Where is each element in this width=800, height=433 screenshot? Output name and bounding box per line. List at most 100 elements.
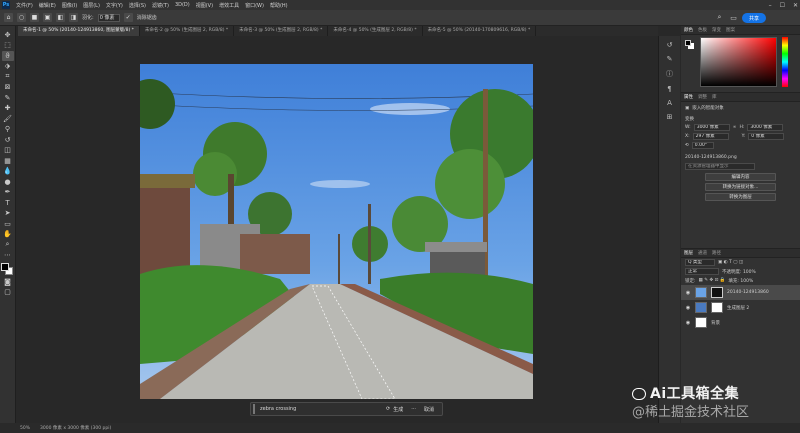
layer-kind-select[interactable]: Q 类型 bbox=[685, 259, 715, 266]
new-selection-icon[interactable]: ■ bbox=[30, 13, 39, 22]
menu-select[interactable]: 选择(S) bbox=[126, 2, 149, 9]
brush-tool-icon[interactable]: 🖌 bbox=[2, 114, 14, 124]
brush-settings-icon[interactable]: ✎ bbox=[667, 55, 673, 63]
drag-handle[interactable] bbox=[253, 404, 255, 414]
lock-icons[interactable]: ▦ ✎ ✥ ⊡ 🔒 bbox=[699, 278, 726, 283]
menu-view[interactable]: 视图(V) bbox=[193, 2, 216, 9]
share-button[interactable]: 共享 bbox=[742, 13, 766, 23]
fill-field[interactable]: 填充: 100% bbox=[728, 278, 753, 284]
tab-adjustments[interactable]: 调整 bbox=[698, 94, 707, 100]
convert-to-linked-button[interactable]: 转换为链接对象... bbox=[705, 183, 776, 191]
move-tool-icon[interactable]: ✥ bbox=[2, 30, 14, 40]
lasso-tool-icon[interactable]: ϑ bbox=[1, 51, 14, 61]
screen-mode-icon[interactable]: ▢ bbox=[2, 288, 14, 298]
convert-to-layers-button[interactable]: 转换为图层 bbox=[705, 193, 776, 201]
eraser-tool-icon[interactable]: ◫ bbox=[2, 146, 14, 156]
home-icon[interactable]: ⌂ bbox=[4, 13, 13, 22]
eye-icon[interactable]: ◉ bbox=[685, 320, 691, 326]
menu-plugins[interactable]: 增效工具 bbox=[216, 2, 242, 9]
more-tools-icon[interactable]: ⋯ bbox=[2, 251, 14, 261]
character-icon[interactable]: A bbox=[667, 99, 672, 107]
mini-color-swatches[interactable] bbox=[685, 40, 694, 49]
lasso-preset-icon[interactable]: ○ bbox=[17, 13, 26, 22]
x-field[interactable]: 297 像素 bbox=[692, 133, 729, 140]
eyedropper-tool-icon[interactable]: ✎ bbox=[2, 93, 14, 103]
link-icon[interactable]: ∞ bbox=[733, 125, 737, 130]
menu-edit[interactable]: 编辑(E) bbox=[36, 2, 59, 9]
generate-button[interactable]: ⟳ 生成 bbox=[386, 406, 403, 413]
cancel-button[interactable]: 取消 bbox=[424, 406, 434, 413]
pen-tool-icon[interactable]: ✒ bbox=[2, 188, 14, 198]
tab-patterns[interactable]: 图案 bbox=[726, 27, 735, 33]
layer-row[interactable]: ◉ 生成图层 2 bbox=[681, 300, 800, 315]
blur-tool-icon[interactable]: 💧 bbox=[2, 167, 14, 177]
tab-swatches[interactable]: 色板 bbox=[698, 27, 707, 33]
quick-mask-icon[interactable]: ◙ bbox=[2, 277, 14, 287]
add-selection-icon[interactable]: ▣ bbox=[43, 13, 52, 22]
layer-mask-thumbnail[interactable] bbox=[711, 287, 723, 298]
y-field[interactable]: 0 像素 bbox=[748, 133, 785, 140]
generative-prompt-input[interactable]: zebra crossing bbox=[260, 406, 386, 412]
tab-document-1[interactable]: 未命名-1 @ 50% (20140-124913860, 图层蒙版/8) * bbox=[18, 26, 140, 36]
width-field[interactable]: 3000 像素 bbox=[693, 124, 730, 131]
color-swatches[interactable] bbox=[1, 263, 14, 276]
subtract-selection-icon[interactable]: ◧ bbox=[56, 13, 65, 22]
zoom-tool-icon[interactable]: ⌕ bbox=[2, 240, 14, 250]
blend-mode-select[interactable]: 正常 bbox=[685, 268, 719, 275]
tab-document-2[interactable]: 未命名-2 @ 50% (生成图层 2, RGB/8) * bbox=[140, 26, 235, 36]
search-icon[interactable]: ⌕ bbox=[715, 13, 724, 22]
edit-contents-button[interactable]: 编辑内容 bbox=[705, 173, 776, 181]
minimize-icon[interactable]: – bbox=[769, 2, 772, 9]
close-icon[interactable]: ✕ bbox=[793, 2, 798, 9]
eye-icon[interactable]: ◉ bbox=[685, 290, 691, 296]
antialias-checkbox[interactable]: ✓ bbox=[123, 13, 133, 22]
canvas-workspace[interactable] bbox=[17, 36, 658, 423]
tab-layers[interactable]: 图层 bbox=[684, 250, 693, 256]
foreground-mini-swatch[interactable] bbox=[685, 40, 691, 46]
document-canvas[interactable] bbox=[140, 64, 533, 399]
type-tool-icon[interactable]: T bbox=[2, 198, 14, 208]
healing-brush-tool-icon[interactable]: ✚ bbox=[2, 104, 14, 114]
zoom-level[interactable]: 50% bbox=[20, 426, 30, 431]
menu-type[interactable]: 文字(Y) bbox=[103, 2, 126, 9]
path-select-tool-icon[interactable]: ➤ bbox=[2, 209, 14, 219]
opacity-field[interactable]: 不透明度: 100% bbox=[722, 269, 756, 275]
maximize-icon[interactable]: ☐ bbox=[780, 2, 785, 9]
history-brush-tool-icon[interactable]: ↺ bbox=[2, 135, 14, 145]
marquee-tool-icon[interactable]: ⬚ bbox=[2, 41, 14, 51]
shape-tool-icon[interactable]: ▭ bbox=[2, 219, 14, 229]
paragraph-icon[interactable]: ¶ bbox=[667, 85, 671, 93]
tab-paths[interactable]: 路径 bbox=[712, 250, 721, 256]
glyphs-icon[interactable]: ⊞ bbox=[667, 113, 673, 121]
hand-tool-icon[interactable]: ✋ bbox=[2, 230, 14, 240]
feather-input[interactable]: 0 像素 bbox=[97, 13, 120, 22]
color-picker-field[interactable] bbox=[700, 37, 777, 87]
workspace-icon[interactable]: ▭ bbox=[729, 13, 738, 22]
menu-image[interactable]: 图像(I) bbox=[59, 2, 80, 9]
gradient-tool-icon[interactable]: ▦ bbox=[2, 156, 14, 166]
tab-document-3[interactable]: 未命名-3 @ 50% (生成图层 2, RGB/8) * bbox=[234, 26, 329, 36]
frame-tool-icon[interactable]: ⊠ bbox=[2, 83, 14, 93]
crop-tool-icon[interactable]: ⌗ bbox=[2, 72, 14, 82]
show-in-explorer-field[interactable]: 在资源管理器中显示 bbox=[685, 163, 755, 170]
object-select-tool-icon[interactable]: ⬗ bbox=[2, 62, 14, 72]
menu-window[interactable]: 窗口(W) bbox=[242, 2, 267, 9]
foreground-color-swatch[interactable] bbox=[1, 263, 9, 271]
tab-libraries[interactable]: 库 bbox=[712, 94, 717, 100]
more-options-button[interactable]: ··· bbox=[411, 406, 416, 412]
layer-row[interactable]: ◉ 20140-124913860 bbox=[681, 285, 800, 300]
menu-help[interactable]: 帮助(H) bbox=[267, 2, 291, 9]
history-icon[interactable]: ↺ bbox=[667, 41, 673, 49]
layer-row[interactable]: ◉ 背景 bbox=[681, 315, 800, 330]
hue-slider[interactable] bbox=[782, 37, 788, 87]
info-icon[interactable]: ⓘ bbox=[666, 69, 673, 79]
menu-file[interactable]: 文件(F) bbox=[13, 2, 36, 9]
tab-document-4[interactable]: 未命名-4 @ 50% (生成图层 2, RGB/8) * bbox=[328, 26, 423, 36]
height-field[interactable]: 3000 像素 bbox=[747, 124, 784, 131]
menu-layer[interactable]: 图层(L) bbox=[80, 2, 103, 9]
menu-filter[interactable]: 滤镜(T) bbox=[149, 2, 172, 9]
clone-stamp-tool-icon[interactable]: ⚲ bbox=[2, 125, 14, 135]
intersect-selection-icon[interactable]: ◨ bbox=[69, 13, 78, 22]
filter-icons[interactable]: ▣ ◐ T ▢ ◫ bbox=[718, 260, 743, 265]
dodge-tool-icon[interactable]: ● bbox=[2, 177, 14, 187]
